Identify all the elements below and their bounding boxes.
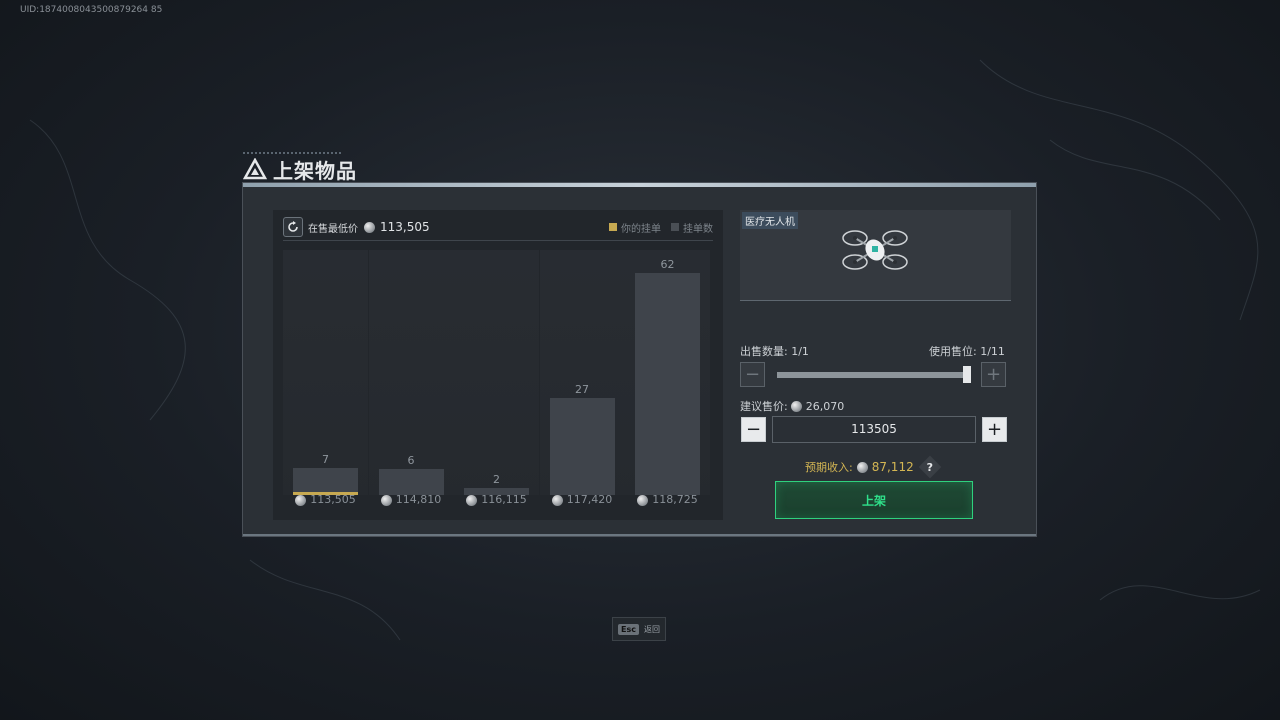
chart-bar (635, 273, 700, 495)
price-tick-text: 114,810 (395, 493, 442, 506)
expected-income-colon: : (849, 460, 853, 474)
coin-icon (380, 494, 392, 506)
slot-label-row: 使用售位: 1/11 (929, 345, 1005, 358)
lowest-price-label: 在售最低价 (308, 223, 358, 235)
bar-count-label: 6 (407, 454, 415, 467)
bar-column: 27 (539, 250, 625, 495)
quantity-value: 1/1 (791, 345, 809, 358)
price-tick-label: 113,505 (283, 493, 368, 506)
bar-column: 62 (625, 250, 710, 495)
esc-back-hint[interactable]: Esc 返回 (612, 617, 666, 641)
quantity-label-row: 出售数量: 1/1 (740, 345, 809, 358)
chart-bar (549, 398, 615, 495)
dialog-title: 上架物品 (273, 158, 357, 183)
bar-column: 6 (368, 250, 454, 495)
slot-value: 1/11 (980, 345, 1005, 358)
quantity-slider-track[interactable] (777, 372, 967, 378)
panel-bottom-bar (243, 534, 1036, 536)
quantity-slider-thumb[interactable] (963, 366, 971, 383)
warning-triangle-icon (243, 158, 267, 180)
listing-panel: 在售最低价 113,505 你的挂单 挂单数 7 6 2 27 62 113,505 11… (242, 182, 1037, 537)
bar-column-bg (454, 250, 539, 495)
suggested-price-label: 建议售价 (740, 400, 784, 413)
bar-count-label: 7 (322, 453, 329, 466)
legend-swatch-count (671, 223, 679, 231)
user-id-label: UID:1874008043500879264 85 (20, 5, 163, 15)
quantity-increase-button[interactable]: + (981, 362, 1006, 387)
item-name: 医疗无人机 (742, 212, 798, 229)
suggested-price-value: 26,070 (805, 399, 845, 413)
list-item-button[interactable]: 上架 (775, 481, 973, 519)
coin-icon (295, 494, 307, 506)
bar-column: 2 (454, 250, 539, 495)
coin-icon (364, 221, 375, 233)
coin-icon (856, 461, 868, 473)
suggested-price-row: 建议售价: 26,070 (740, 399, 845, 414)
price-tick-label: 116,115 (454, 493, 539, 506)
chart-price-axis: 113,505 114,810 116,115 117,420 118,725 (283, 493, 713, 513)
plus-icon: + (985, 363, 1002, 385)
legend-swatch-mine (609, 223, 617, 231)
bar-count-label: 2 (493, 473, 500, 486)
chart-bar (378, 469, 444, 495)
price-tick-label: 118,725 (625, 493, 710, 506)
legend-label-count: 挂单数 (683, 223, 713, 235)
item-preview: 医疗无人机 (740, 210, 1011, 301)
bar-count-label: 27 (575, 383, 589, 396)
coin-icon (551, 494, 563, 506)
price-decrease-button[interactable]: − (741, 417, 766, 442)
esc-back-label: 返回 (643, 624, 660, 634)
price-tick-text: 117,420 (566, 493, 613, 506)
price-input[interactable]: 113505 (772, 416, 976, 443)
price-tick-label: 114,810 (369, 493, 454, 506)
esc-key: Esc (618, 623, 639, 635)
slot-label: 使用售位 (929, 345, 973, 358)
price-tick-text: 118,725 (652, 493, 698, 506)
chart-legend: 你的挂单 挂单数 (599, 220, 713, 235)
quantity-decrease-button[interactable]: − (740, 362, 765, 387)
bar-count-label: 62 (660, 258, 675, 271)
legend-label-mine: 你的挂单 (621, 223, 661, 235)
coin-icon (466, 494, 478, 506)
legend-item-mine: 你的挂单 (609, 220, 661, 235)
plus-icon: + (986, 418, 1003, 440)
chart-header: 在售最低价 113,505 你的挂单 挂单数 (283, 214, 713, 241)
price-chart: 在售最低价 113,505 你的挂单 挂单数 7 6 2 27 62 113,505 11… (273, 210, 723, 520)
help-glyph: ? (926, 460, 933, 474)
lowest-price-value: 113,505 (380, 220, 430, 234)
expected-income-value: 87,112 (871, 460, 914, 474)
legend-item-count: 挂单数 (671, 220, 713, 235)
expected-income-label: 预期收入 (805, 461, 849, 474)
refresh-button[interactable] (283, 217, 303, 237)
drone-icon (842, 230, 908, 270)
help-icon[interactable]: ? (918, 455, 942, 479)
coin-icon (791, 400, 803, 412)
minus-icon: − (744, 363, 761, 385)
dialog-title-row: 上架物品 (243, 155, 357, 183)
chart-bar (293, 468, 358, 495)
price-tick-text: 113,505 (310, 493, 356, 506)
minus-icon: − (745, 418, 762, 440)
panel-top-bar (243, 183, 1036, 187)
quantity-slider-row: − + (740, 362, 1010, 388)
expected-income-row: 预期收入 : 87,112 ? (805, 455, 942, 479)
price-increase-button[interactable]: + (982, 417, 1007, 442)
bar-column: 7 (283, 250, 368, 495)
refresh-icon (288, 221, 298, 232)
coin-icon (637, 494, 649, 506)
quantity-label: 出售数量 (740, 345, 784, 358)
chart-bars: 7 6 2 27 62 (283, 250, 713, 495)
price-tick-text: 116,115 (481, 493, 527, 506)
price-tick-label: 117,420 (540, 493, 625, 506)
